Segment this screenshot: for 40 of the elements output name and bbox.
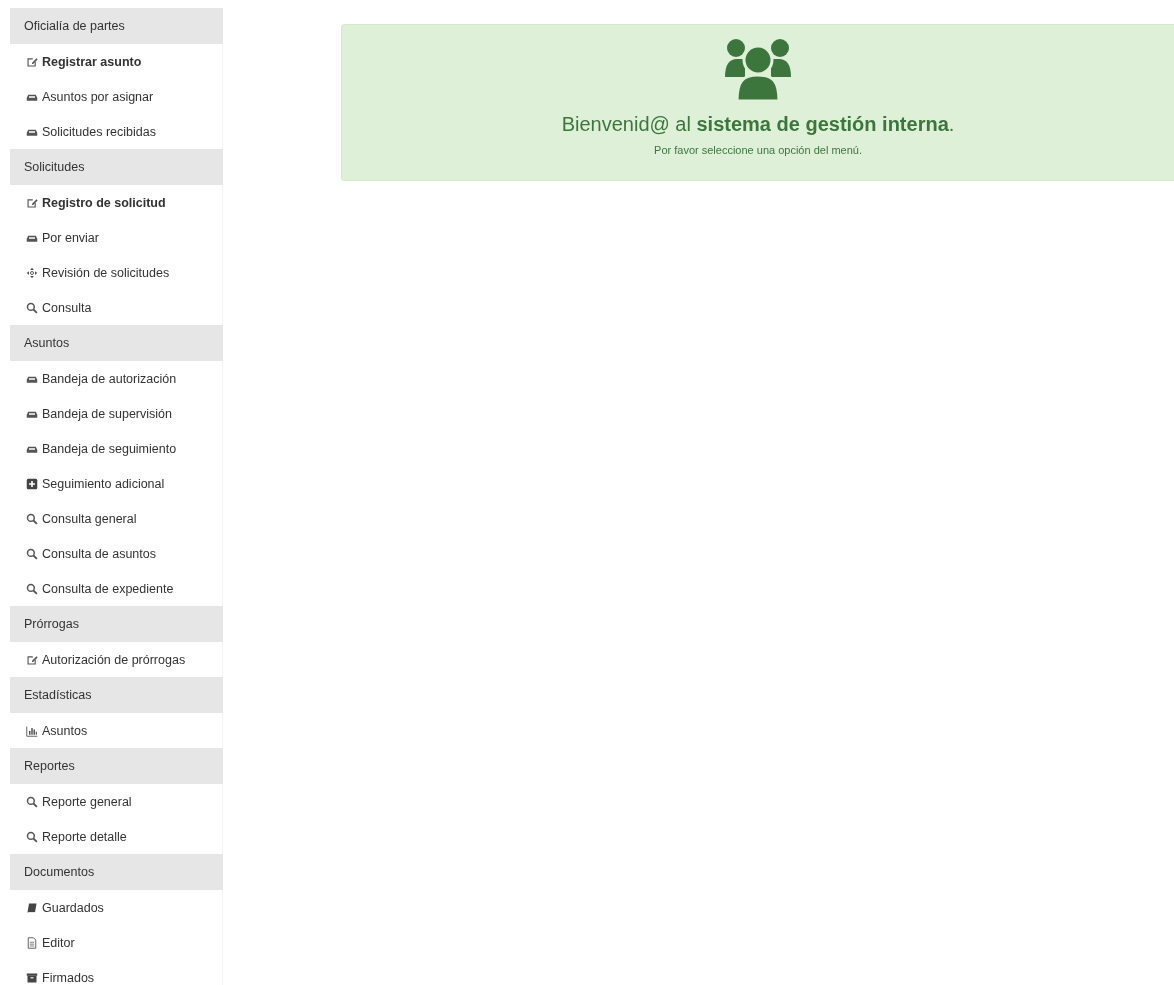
menu-item[interactable]: Registro de solicitud xyxy=(10,185,223,220)
menu-item[interactable]: Guardados xyxy=(10,890,223,925)
edit-icon xyxy=(26,55,38,68)
menu-section-header: Documentos xyxy=(10,854,223,890)
search-icon xyxy=(26,830,38,843)
search-icon xyxy=(26,301,38,314)
archive-box-icon xyxy=(26,971,38,984)
menu-item[interactable]: Bandeja de supervisión xyxy=(10,396,223,431)
menu-item[interactable]: Bandeja de seguimiento xyxy=(10,431,223,466)
menu-item[interactable]: Editor xyxy=(10,925,223,960)
move-arrows-icon xyxy=(26,266,38,279)
bar-chart-icon xyxy=(26,724,38,737)
menu-section-header: Solicitudes xyxy=(10,149,223,185)
menu-item[interactable]: Firmados xyxy=(10,960,223,985)
plus-square-icon xyxy=(26,477,38,490)
menu-item[interactable]: Reporte general xyxy=(10,784,223,819)
edit-icon xyxy=(26,653,38,666)
menu-item[interactable]: Revisión de solicitudes xyxy=(10,255,223,290)
menu-item[interactable]: Consulta general xyxy=(10,501,223,536)
menu-item[interactable]: Registrar asunto xyxy=(10,44,223,79)
menu-item[interactable]: Bandeja de autorización xyxy=(10,361,223,396)
menu-item[interactable]: Seguimiento adicional xyxy=(10,466,223,501)
menu-section-header: Reportes xyxy=(10,748,223,784)
menu-item[interactable]: Asuntos por asignar xyxy=(10,79,223,114)
users-group-icon xyxy=(723,37,793,103)
menu-item[interactable]: Por enviar xyxy=(10,220,223,255)
search-icon xyxy=(26,582,38,595)
menu-section-header: Asuntos xyxy=(10,325,223,361)
edit-icon xyxy=(26,196,38,209)
search-icon xyxy=(26,512,38,525)
menu-item[interactable]: Consulta de asuntos xyxy=(10,536,223,571)
document-icon xyxy=(26,936,38,949)
welcome-message: Por favor seleccione una opción del menú. xyxy=(653,144,863,156)
search-icon xyxy=(26,547,38,560)
menu-section-header: Oficialía de partes xyxy=(10,8,223,44)
search-icon xyxy=(26,795,38,808)
welcome-title: Bienvenid@ al sistema de gestión interna. xyxy=(560,113,956,136)
menu-section-header: Prórrogas xyxy=(10,606,223,642)
menu-section-header: Estadísticas xyxy=(10,677,223,713)
book-icon xyxy=(26,901,38,914)
